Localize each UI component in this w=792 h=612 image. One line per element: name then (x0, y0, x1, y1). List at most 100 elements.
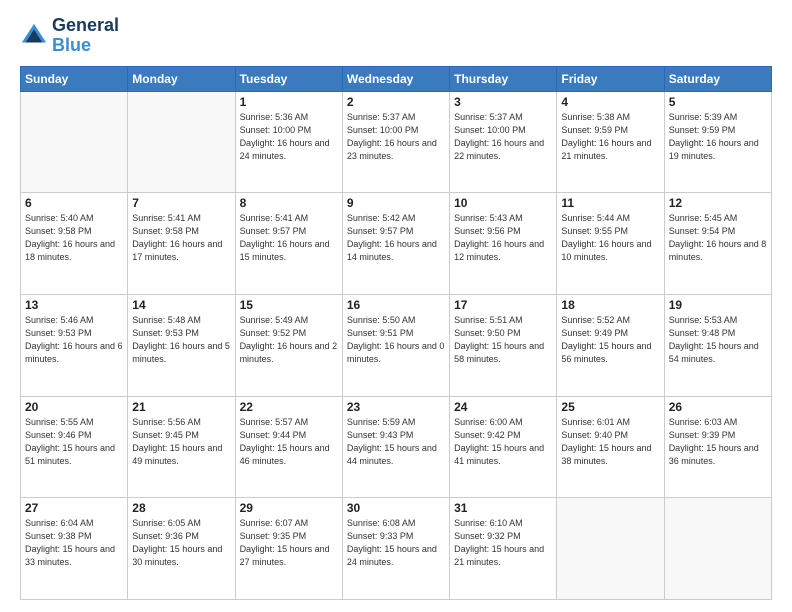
calendar-cell: 12 Sunrise: 5:45 AM Sunset: 9:54 PM Dayli… (664, 193, 771, 295)
day-number: 11 (561, 196, 659, 210)
calendar-cell: 31 Sunrise: 6:10 AM Sunset: 9:32 PM Dayli… (450, 498, 557, 600)
calendar-cell: 8Sunrise: 5:41 AM Sunset: 9:57 PM Daylig… (235, 193, 342, 295)
day-info: Sunrise: 6:03 AM Sunset: 9:39 PM Dayligh… (669, 416, 767, 468)
calendar-cell: 6 Sunrise: 5:40 AM Sunset: 9:58 PM Daylig… (21, 193, 128, 295)
day-number: 2 (347, 95, 445, 109)
day-number: 29 (240, 501, 338, 515)
day-info: Sunrise: 5:51 AM Sunset: 9:50 PM Dayligh… (454, 314, 552, 366)
calendar-week-1: 1Sunrise: 5:36 AM Sunset: 10:00 PM Dayli… (21, 91, 772, 193)
day-header-tuesday: Tuesday (235, 66, 342, 91)
calendar-cell: 18 Sunrise: 5:52 AM Sunset: 9:49 PM Dayli… (557, 294, 664, 396)
calendar-week-4: 20 Sunrise: 5:55 AM Sunset: 9:46 PM Dayli… (21, 396, 772, 498)
calendar-table: SundayMondayTuesdayWednesdayThursdayFrid… (20, 66, 772, 600)
day-info: Sunrise: 6:00 AM Sunset: 9:42 PM Dayligh… (454, 416, 552, 468)
day-number: 5 (669, 95, 767, 109)
calendar-cell: 27Sunrise: 6:04 AM Sunset: 9:38 PM Dayli… (21, 498, 128, 600)
day-info: Sunrise: 5:41 AM Sunset: 9:58 PM Dayligh… (132, 212, 230, 264)
calendar-cell (664, 498, 771, 600)
day-header-wednesday: Wednesday (342, 66, 449, 91)
day-info: Sunrise: 6:07 AM Sunset: 9:35 PM Dayligh… (240, 517, 338, 569)
day-header-friday: Friday (557, 66, 664, 91)
calendar-cell: 4Sunrise: 5:38 AM Sunset: 9:59 PM Daylig… (557, 91, 664, 193)
day-number: 23 (347, 400, 445, 414)
logo: General Blue (20, 16, 119, 56)
day-number: 21 (132, 400, 230, 414)
calendar-cell: 24Sunrise: 6:00 AM Sunset: 9:42 PM Dayli… (450, 396, 557, 498)
day-header-thursday: Thursday (450, 66, 557, 91)
day-number: 18 (561, 298, 659, 312)
calendar-cell: 13 Sunrise: 5:46 AM Sunset: 9:53 PM Dayli… (21, 294, 128, 396)
calendar-cell: 21 Sunrise: 5:56 AM Sunset: 9:45 PM Dayli… (128, 396, 235, 498)
day-number: 14 (132, 298, 230, 312)
day-number: 27 (25, 501, 123, 515)
calendar-cell: 7 Sunrise: 5:41 AM Sunset: 9:58 PM Daylig… (128, 193, 235, 295)
day-header-monday: Monday (128, 66, 235, 91)
calendar-cell: 10 Sunrise: 5:43 AM Sunset: 9:56 PM Dayli… (450, 193, 557, 295)
day-info: Sunrise: 5:49 AM Sunset: 9:52 PM Dayligh… (240, 314, 338, 366)
day-header-saturday: Saturday (664, 66, 771, 91)
day-number: 7 (132, 196, 230, 210)
day-number: 3 (454, 95, 552, 109)
day-info: Sunrise: 5:39 AM Sunset: 9:59 PM Dayligh… (669, 111, 767, 163)
day-info: Sunrise: 6:10 AM Sunset: 9:32 PM Dayligh… (454, 517, 552, 569)
day-number: 22 (240, 400, 338, 414)
calendar-cell: 19 Sunrise: 5:53 AM Sunset: 9:48 PM Dayli… (664, 294, 771, 396)
day-number: 10 (454, 196, 552, 210)
calendar-header-row: SundayMondayTuesdayWednesdayThursdayFrid… (21, 66, 772, 91)
day-info: Sunrise: 5:56 AM Sunset: 9:45 PM Dayligh… (132, 416, 230, 468)
day-number: 17 (454, 298, 552, 312)
day-info: Sunrise: 5:40 AM Sunset: 9:58 PM Dayligh… (25, 212, 123, 264)
day-info: Sunrise: 5:55 AM Sunset: 9:46 PM Dayligh… (25, 416, 123, 468)
calendar-cell: 2Sunrise: 5:37 AM Sunset: 10:00 PM Dayli… (342, 91, 449, 193)
day-info: Sunrise: 5:41 AM Sunset: 9:57 PM Dayligh… (240, 212, 338, 264)
calendar-cell: 25 Sunrise: 6:01 AM Sunset: 9:40 PM Dayli… (557, 396, 664, 498)
calendar-cell (21, 91, 128, 193)
day-number: 28 (132, 501, 230, 515)
calendar-cell: 1Sunrise: 5:36 AM Sunset: 10:00 PM Dayli… (235, 91, 342, 193)
day-info: Sunrise: 5:44 AM Sunset: 9:55 PM Dayligh… (561, 212, 659, 264)
day-number: 25 (561, 400, 659, 414)
day-info: Sunrise: 5:52 AM Sunset: 9:49 PM Dayligh… (561, 314, 659, 366)
day-number: 20 (25, 400, 123, 414)
calendar-cell: 5 Sunrise: 5:39 AM Sunset: 9:59 PM Daylig… (664, 91, 771, 193)
day-number: 16 (347, 298, 445, 312)
day-info: Sunrise: 5:45 AM Sunset: 9:54 PM Dayligh… (669, 212, 767, 264)
calendar-cell: 15 Sunrise: 5:49 AM Sunset: 9:52 PM Dayli… (235, 294, 342, 396)
logo-icon (20, 22, 48, 50)
day-info: Sunrise: 5:36 AM Sunset: 10:00 PM Daylig… (240, 111, 338, 163)
day-number: 9 (347, 196, 445, 210)
day-number: 15 (240, 298, 338, 312)
day-info: Sunrise: 5:46 AM Sunset: 9:53 PM Dayligh… (25, 314, 123, 366)
day-info: Sunrise: 5:48 AM Sunset: 9:53 PM Dayligh… (132, 314, 230, 366)
calendar-week-3: 13 Sunrise: 5:46 AM Sunset: 9:53 PM Dayli… (21, 294, 772, 396)
calendar-week-5: 27Sunrise: 6:04 AM Sunset: 9:38 PM Dayli… (21, 498, 772, 600)
calendar-cell: 14 Sunrise: 5:48 AM Sunset: 9:53 PM Dayli… (128, 294, 235, 396)
day-info: Sunrise: 5:50 AM Sunset: 9:51 PM Dayligh… (347, 314, 445, 366)
day-info: Sunrise: 6:08 AM Sunset: 9:33 PM Dayligh… (347, 517, 445, 569)
day-info: Sunrise: 5:53 AM Sunset: 9:48 PM Dayligh… (669, 314, 767, 366)
day-info: Sunrise: 6:05 AM Sunset: 9:36 PM Dayligh… (132, 517, 230, 569)
day-number: 13 (25, 298, 123, 312)
calendar-cell: 30Sunrise: 6:08 AM Sunset: 9:33 PM Dayli… (342, 498, 449, 600)
day-number: 19 (669, 298, 767, 312)
day-info: Sunrise: 5:59 AM Sunset: 9:43 PM Dayligh… (347, 416, 445, 468)
day-info: Sunrise: 5:38 AM Sunset: 9:59 PM Dayligh… (561, 111, 659, 163)
page: General Blue SundayMondayTuesdayWednesda… (0, 0, 792, 612)
calendar-cell: 28 Sunrise: 6:05 AM Sunset: 9:36 PM Dayli… (128, 498, 235, 600)
day-header-sunday: Sunday (21, 66, 128, 91)
calendar-cell: 26 Sunrise: 6:03 AM Sunset: 9:39 PM Dayli… (664, 396, 771, 498)
day-number: 26 (669, 400, 767, 414)
calendar-cell: 11 Sunrise: 5:44 AM Sunset: 9:55 PM Dayli… (557, 193, 664, 295)
day-number: 31 (454, 501, 552, 515)
day-number: 6 (25, 196, 123, 210)
day-number: 12 (669, 196, 767, 210)
calendar-cell (128, 91, 235, 193)
calendar-cell: 16 Sunrise: 5:50 AM Sunset: 9:51 PM Dayli… (342, 294, 449, 396)
day-info: Sunrise: 5:43 AM Sunset: 9:56 PM Dayligh… (454, 212, 552, 264)
calendar-cell: 3Sunrise: 5:37 AM Sunset: 10:00 PM Dayli… (450, 91, 557, 193)
calendar-cell: 20 Sunrise: 5:55 AM Sunset: 9:46 PM Dayli… (21, 396, 128, 498)
calendar-cell: 22 Sunrise: 5:57 AM Sunset: 9:44 PM Dayli… (235, 396, 342, 498)
day-info: Sunrise: 6:01 AM Sunset: 9:40 PM Dayligh… (561, 416, 659, 468)
day-info: Sunrise: 5:42 AM Sunset: 9:57 PM Dayligh… (347, 212, 445, 264)
day-info: Sunrise: 5:57 AM Sunset: 9:44 PM Dayligh… (240, 416, 338, 468)
